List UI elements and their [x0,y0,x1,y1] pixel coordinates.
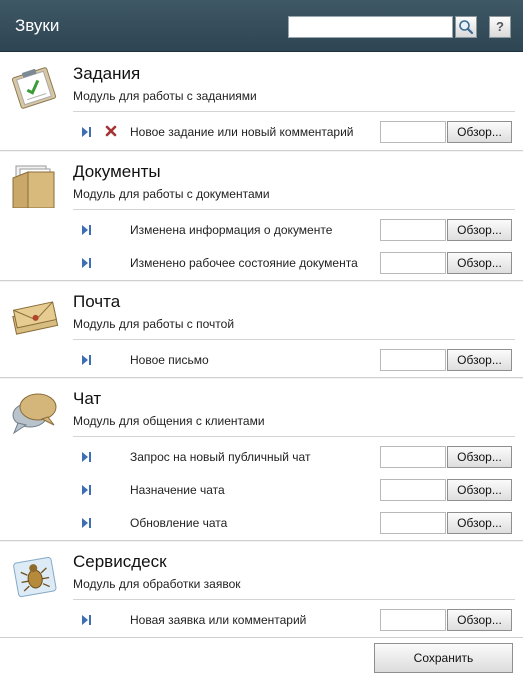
envelopes-icon [12,301,59,335]
module-chat: Чат Модуль для общения с клиентами Запро… [0,377,523,540]
sound-file-field[interactable] [380,446,446,468]
play-icon[interactable] [80,517,92,529]
module-description: Модуль для работы с заданиями [73,89,257,103]
bug-box-icon [13,556,57,598]
sound-event-row: Назначение чата Обзор... [0,479,523,501]
sound-event-row: Новое задание или новый комментарий Обзо… [0,121,523,143]
sound-event-row: Изменено рабочее состояние документа Обз… [0,252,523,274]
sound-event-row: Новое письмо Обзор... [0,349,523,371]
footer-separator [0,637,523,638]
sound-event-label: Назначение чата [130,483,225,497]
sound-file-field[interactable] [380,512,446,534]
divider [73,111,515,112]
module-description: Модуль для работы с почтой [73,317,235,331]
browse-button[interactable]: Обзор... [447,252,512,274]
sound-event-label: Запрос на новый публичный чат [130,450,311,464]
play-icon[interactable] [80,614,92,626]
browse-button[interactable]: Обзор... [447,479,512,501]
sound-event-row: Запрос на новый публичный чат Обзор... [0,446,523,468]
search-icon [459,20,474,35]
module-title: Чат [73,389,102,408]
module-tasks: Задания Модуль для работы с заданиями Но… [0,52,523,150]
module-documents: Документы Модуль для работы с документам… [0,150,523,280]
play-icon[interactable] [80,451,92,463]
window-header: Звуки ? [0,0,523,52]
sound-event-row: Изменена информация о документе Обзор... [0,219,523,241]
sound-event-row: Обновление чата Обзор... [0,512,523,534]
browse-button[interactable]: Обзор... [447,446,512,468]
divider [73,599,515,600]
module-title: Документы [73,162,161,181]
module-title: Почта [73,292,121,311]
module-description: Модуль для работы с документами [73,187,270,201]
sound-file-field[interactable] [380,121,446,143]
sound-event-label: Новое задание или новый комментарий [130,125,354,139]
sound-event-label: Новая заявка или комментарий [130,613,307,627]
remove-icon[interactable] [105,125,117,137]
chat-bubbles-icon [12,393,57,435]
browse-button[interactable]: Обзор... [447,349,512,371]
play-icon[interactable] [80,354,92,366]
sound-file-field[interactable] [380,252,446,274]
divider [73,209,515,210]
sound-file-field[interactable] [380,219,446,241]
sound-event-row: Новая заявка или комментарий Обзор... [0,609,523,631]
play-icon[interactable] [80,257,92,269]
search-button[interactable] [455,16,477,38]
module-description: Модуль для общения с клиентами [73,414,265,428]
module-mail: Почта Модуль для работы с почтой Новое п… [0,280,523,377]
play-icon[interactable] [80,224,92,236]
module-title: Задания [73,64,141,83]
save-button[interactable]: Сохранить [374,643,513,673]
sound-event-label: Изменена информация о документе [130,223,333,237]
play-icon[interactable] [80,126,92,138]
clipboard-checklist-icon [11,67,57,109]
browse-button[interactable]: Обзор... [447,121,512,143]
sound-file-field[interactable] [380,349,446,371]
module-title: Сервисдеск [73,552,167,571]
sound-file-field[interactable] [380,609,446,631]
sound-event-label: Обновление чата [130,516,228,530]
module-servicedesk: Сервисдеск Модуль для обработки заявок Н… [0,540,523,637]
divider [73,339,515,340]
sound-file-field[interactable] [380,479,446,501]
browse-button[interactable]: Обзор... [447,219,512,241]
module-description: Модуль для обработки заявок [73,577,241,591]
search-input[interactable] [288,16,453,38]
sound-event-label: Новое письмо [130,353,209,367]
help-button[interactable]: ? [489,16,511,38]
play-icon[interactable] [80,484,92,496]
browse-button[interactable]: Обзор... [447,609,512,631]
sound-event-label: Изменено рабочее состояние документа [130,256,358,270]
divider [73,436,515,437]
folder-documents-icon [12,165,55,208]
window-title: Звуки [15,16,60,35]
browse-button[interactable]: Обзор... [447,512,512,534]
